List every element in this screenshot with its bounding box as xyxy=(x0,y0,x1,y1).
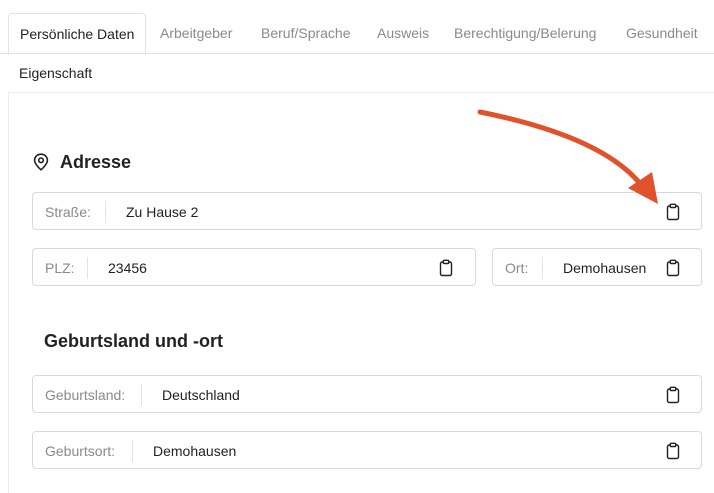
birth-country-label: Geburtsland: xyxy=(45,387,126,403)
zip-value[interactable]: 23456 xyxy=(108,249,147,287)
birth-place-value[interactable]: Demohausen xyxy=(153,432,236,470)
birth-section-title: Geburtsland und -ort xyxy=(44,331,223,351)
tab-bar: Persönliche Daten Arbeitgeber Beruf/Spra… xyxy=(0,0,714,55)
zip-field[interactable]: PLZ: 23456 xyxy=(32,248,476,286)
tab-gesundheit[interactable]: Gesundheit xyxy=(626,13,698,53)
field-separator xyxy=(542,257,543,279)
arrow-annotation xyxy=(477,109,658,204)
clipboard-icon[interactable] xyxy=(438,259,454,277)
city-label: Ort: xyxy=(505,260,529,276)
clipboard-icon[interactable] xyxy=(665,259,681,277)
tab-eigenschaft[interactable]: Eigenschaft xyxy=(19,54,92,92)
birth-country-field[interactable]: Geburtsland: Deutschland xyxy=(32,375,702,413)
tab-divider xyxy=(0,53,714,54)
tab-ausweis[interactable]: Ausweis xyxy=(377,13,429,53)
birth-place-label: Geburtsort: xyxy=(45,443,116,459)
street-label: Straße: xyxy=(45,204,91,220)
birth-place-field[interactable]: Geburtsort: Demohausen xyxy=(32,431,702,469)
tab-persoenliche-daten[interactable]: Persönliche Daten xyxy=(8,13,147,55)
city-value[interactable]: Demohausen xyxy=(563,249,646,287)
zip-label: PLZ: xyxy=(45,260,75,276)
tab-arbeitgeber[interactable]: Arbeitgeber xyxy=(160,13,232,53)
map-pin-icon xyxy=(33,153,49,171)
city-field[interactable]: Ort: Demohausen xyxy=(492,248,702,286)
field-separator xyxy=(141,384,142,406)
clipboard-icon[interactable] xyxy=(665,386,681,404)
tab-beruf-sprache[interactable]: Beruf/Sprache xyxy=(261,13,351,53)
birth-country-value[interactable]: Deutschland xyxy=(162,376,240,414)
tab-berechtigung-belerung[interactable]: Berechtigung/Belerung xyxy=(454,13,596,53)
field-separator xyxy=(132,440,133,462)
street-value[interactable]: Zu Hause 2 xyxy=(126,193,198,231)
field-separator xyxy=(105,201,106,223)
field-separator xyxy=(87,257,88,279)
address-section-title: Adresse xyxy=(60,152,132,172)
clipboard-icon[interactable] xyxy=(665,442,681,460)
